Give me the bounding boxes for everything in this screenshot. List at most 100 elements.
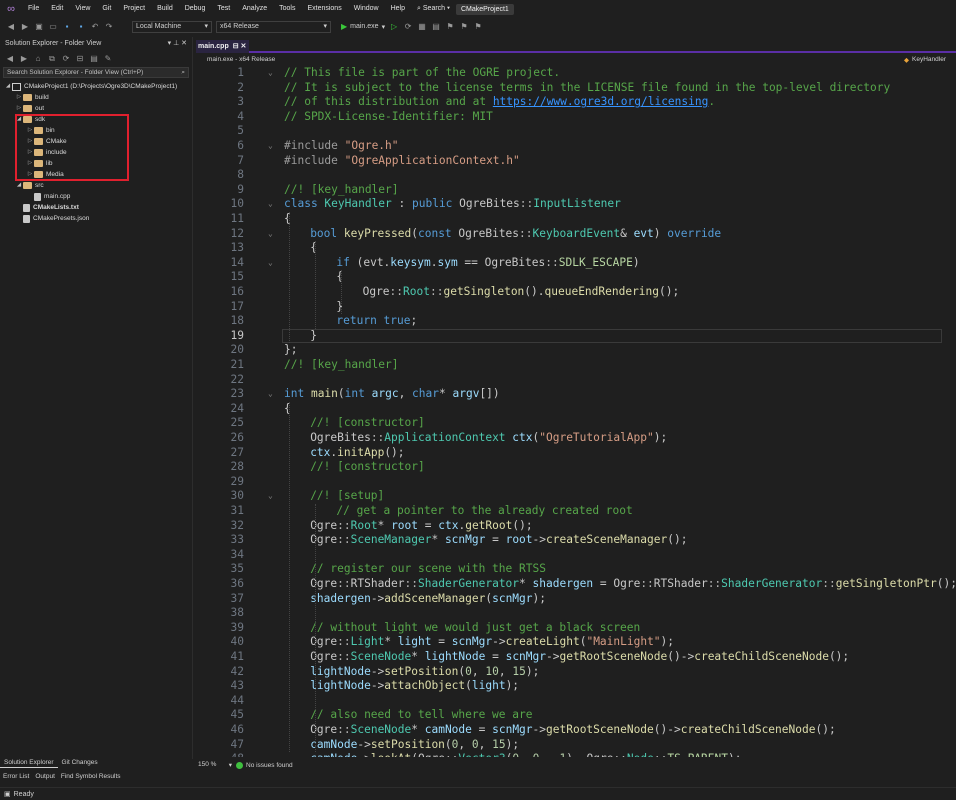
se-switch-views-icon[interactable]: ⧉ (47, 54, 57, 64)
bookmark-prev-icon[interactable]: ⚑ (459, 22, 469, 32)
zoom-dropdown[interactable]: 150 % ▾ (196, 761, 236, 769)
code-line[interactable]: 19} (196, 328, 956, 344)
collapsed-arrow-icon[interactable]: ▷ (15, 103, 23, 114)
se-back-icon[interactable]: ◀ (5, 54, 15, 64)
code-line[interactable]: 20}; (196, 343, 956, 358)
code-line[interactable]: 10 ⌄ class KeyHandler : public OgreBites::… (196, 197, 956, 212)
code-line[interactable]: 7 #include "OgreApplicationContext.h" (196, 154, 956, 169)
code-line[interactable]: 9 //! [key_handler] (196, 183, 956, 198)
fold-toggle-icon[interactable]: ⌄ (268, 139, 273, 154)
tree-item[interactable]: main.cpp (0, 191, 192, 202)
se-collapse-icon[interactable]: ⊟ (75, 54, 85, 64)
code-line[interactable]: 2 // It is subject to the license terms i… (196, 81, 956, 96)
code-line[interactable]: 1 ⌄ // This file is part of the OGRE proje… (196, 66, 956, 81)
visual-studio-logo-icon[interactable]: ∞ (0, 0, 22, 18)
tree-item[interactable]: CMakePresets.json (0, 213, 192, 224)
code-line[interactable]: 17} (196, 300, 956, 315)
code-line[interactable]: 12 ⌄ bool keyPressed(const OgreBites::Keyb… (196, 227, 956, 242)
code-line[interactable]: 5 (196, 124, 956, 139)
code-line[interactable]: 4 // SPDX-License-Identifier: MIT (196, 110, 956, 125)
code-line[interactable]: 31 // get a pointer to the already create… (196, 504, 956, 519)
menu-item-window[interactable]: Window (348, 0, 385, 18)
code-line[interactable]: 8 (196, 168, 956, 183)
refresh-icon[interactable]: ⟳ (403, 22, 413, 32)
code-line[interactable]: 40 Ogre::Light* light = scnMgr->createLig… (196, 635, 956, 650)
se-forward-icon[interactable]: ▶ (19, 54, 29, 64)
code-line[interactable]: 22 (196, 373, 956, 388)
new-item-icon[interactable]: ▣ (34, 22, 44, 32)
code-line[interactable]: 27 ctx.initApp(); (196, 446, 956, 461)
code-line[interactable]: 30 ⌄ //! [setup] (196, 489, 956, 504)
code-line[interactable]: 3 // of this distribution and at https://… (196, 95, 956, 110)
tab-solution-explorer[interactable]: Solution Explorer (0, 757, 58, 768)
fold-toggle-icon[interactable]: ⌄ (268, 489, 273, 504)
tab-output[interactable]: Output (32, 771, 58, 782)
code-line[interactable]: 38 (196, 606, 956, 621)
build-icon[interactable]: ▦ (417, 22, 427, 32)
se-properties-icon[interactable]: ✎ (103, 54, 113, 64)
open-folder-icon[interactable]: ▭ (48, 22, 58, 32)
se-refresh-icon[interactable]: ⟳ (61, 54, 71, 64)
project-scope-dropdown[interactable]: main.exe - x64 Release (196, 56, 766, 63)
tab-find-symbol-results[interactable]: Find Symbol Results (58, 771, 124, 782)
code-line[interactable]: 34 (196, 548, 956, 563)
code-line[interactable]: 45 // also need to tell where we are (196, 708, 956, 723)
code-editor[interactable]: 1 ⌄ // This file is part of the OGRE proje… (196, 65, 956, 757)
code-line[interactable]: 16 Ogre::Root::getSingleton().queueEndRen… (196, 285, 956, 300)
bookmark-icon[interactable]: ⚑ (445, 22, 455, 32)
fold-toggle-icon[interactable]: ⌄ (268, 387, 273, 402)
save-icon[interactable]: ▪ (62, 22, 72, 32)
menu-item-file[interactable]: File (22, 0, 45, 18)
code-line[interactable]: 41 Ogre::SceneNode* lightNode = scnMgr->g… (196, 650, 956, 665)
solution-explorer-search-input[interactable]: Search Solution Explorer - Folder View (… (3, 67, 189, 78)
fold-toggle-icon[interactable]: ⌄ (268, 197, 273, 212)
se-show-all-icon[interactable]: ▤ (89, 54, 99, 64)
redo-icon[interactable]: ↷ (104, 22, 114, 32)
code-line[interactable]: 6 ⌄ #include "Ogre.h" (196, 139, 956, 154)
expanded-arrow-icon[interactable]: ◢ (15, 180, 23, 191)
tree-item[interactable]: ▷ out (0, 103, 192, 114)
menu-item-git[interactable]: Git (96, 0, 117, 18)
code-line[interactable]: 43 lightNode->attachObject(light); (196, 679, 956, 694)
code-line[interactable]: 24{ (196, 402, 956, 417)
tree-item[interactable]: ▷ build (0, 92, 192, 103)
target-combo[interactable]: Local Machine ▾ (132, 20, 212, 33)
menu-item-extensions[interactable]: Extensions (301, 0, 347, 18)
code-line[interactable]: 15{ (196, 270, 956, 285)
tab-error-list[interactable]: Error List (0, 771, 32, 782)
code-line[interactable]: 28 //! [constructor] (196, 460, 956, 475)
symbol-scope-dropdown[interactable]: ◆ KeyHandler (904, 56, 956, 64)
code-line[interactable]: 32 Ogre::Root* root = ctx.getRoot(); (196, 519, 956, 534)
menu-item-edit[interactable]: Edit (45, 0, 69, 18)
code-line[interactable]: 11{ (196, 212, 956, 227)
code-line[interactable]: 25 //! [constructor] (196, 416, 956, 431)
code-line[interactable]: 26 OgreBites::ApplicationContext ctx("Ogr… (196, 431, 956, 446)
code-line[interactable]: 23 ⌄ int main(int argc, char* argv[]) (196, 387, 956, 402)
code-line[interactable]: 33 Ogre::SceneManager* scnMgr = root->cre… (196, 533, 956, 548)
collapsed-arrow-icon[interactable]: ▷ (15, 92, 23, 103)
tab-git-changes[interactable]: Git Changes (58, 757, 102, 768)
forward-icon[interactable]: ▶ (20, 22, 30, 32)
menu-item-view[interactable]: View (69, 0, 96, 18)
se-home-icon[interactable]: ⌂ (33, 54, 43, 64)
save-all-icon[interactable]: ▪ (76, 22, 86, 32)
issues-status[interactable]: No issues found (246, 762, 293, 769)
config-combo[interactable]: x64 Release ▾ (216, 20, 331, 33)
back-icon[interactable]: ◀ (6, 22, 16, 32)
code-line[interactable]: 44 (196, 694, 956, 709)
tree-item[interactable]: ◢ src (0, 180, 192, 191)
menu-item-debug[interactable]: Debug (179, 0, 212, 18)
run-button[interactable]: ▶ main.exe ▾ (341, 22, 385, 31)
code-line[interactable]: 46 Ogre::SceneNode* camNode = scnMgr->get… (196, 723, 956, 738)
menu-item-help[interactable]: Help (385, 0, 411, 18)
close-icon[interactable]: ⊟ ✕ (233, 40, 247, 53)
toolbar-icon[interactable]: ▤ (431, 22, 441, 32)
fold-toggle-icon[interactable]: ⌄ (268, 66, 273, 81)
code-line[interactable]: 29 (196, 475, 956, 490)
code-line[interactable]: 47 camNode->setPosition(0, 0, 15); (196, 738, 956, 753)
pane-pin-icon[interactable]: ▾ ⊥ ✕ (168, 37, 187, 51)
fold-toggle-icon[interactable]: ⌄ (268, 227, 273, 242)
menu-item-build[interactable]: Build (151, 0, 179, 18)
code-line[interactable]: 35 // register our scene with the RTSS (196, 562, 956, 577)
code-line[interactable]: 39 // without light we would just get a b… (196, 621, 956, 636)
